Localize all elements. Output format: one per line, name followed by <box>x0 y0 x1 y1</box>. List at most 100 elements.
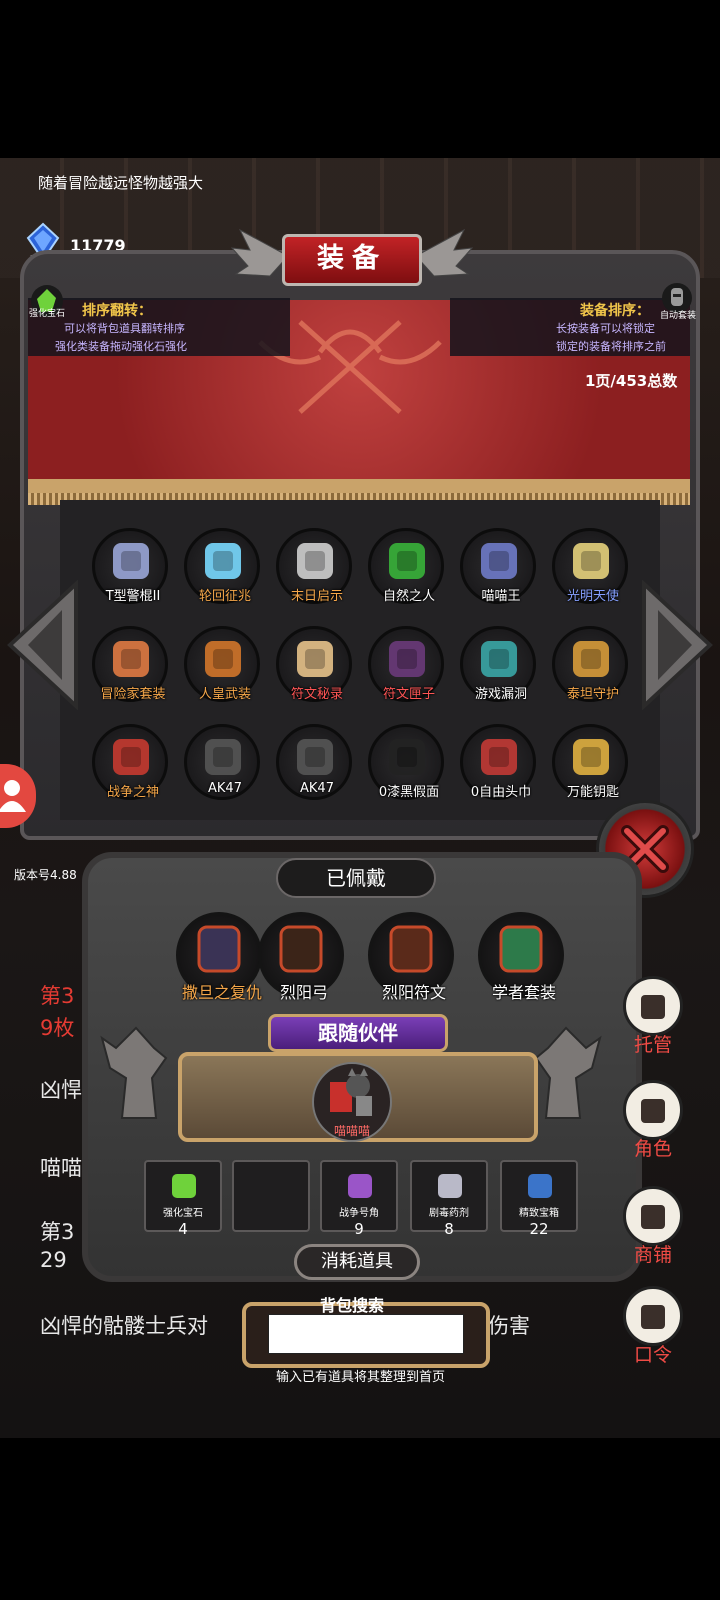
inventory-slot[interactable]: 喵喵王 <box>460 528 536 604</box>
page-count: 1页/453总数 <box>585 372 678 390</box>
log-line: 凶悍 <box>40 1078 82 1102</box>
log-line: 喵喵 <box>40 1156 82 1180</box>
strength-gem-icon <box>172 1174 196 1198</box>
inventory-slot[interactable]: 自然之人 <box>368 528 444 604</box>
demon-wings-icon <box>197 925 241 973</box>
inventory-item-label: T型警棍II <box>105 589 161 604</box>
baton-icon <box>113 543 149 579</box>
sort-flip-desc: 可以将背包道具翻转排序 <box>64 322 185 335</box>
hooded-figure-icon <box>623 1080 683 1140</box>
rune-box-icon <box>389 641 425 677</box>
inventory-slot[interactable]: 泰坦守护 <box>552 626 628 702</box>
side-button-label: 商铺 <box>633 1244 672 1266</box>
equipped-slot[interactable]: 烈阳弓 <box>258 912 344 1002</box>
portal-icon <box>481 641 517 677</box>
green-armor-icon <box>389 543 425 579</box>
equip-sort-desc: 长按装备可以将锁定 <box>556 322 655 335</box>
log-line: 凶悍的骷髅士兵对 <box>40 1314 208 1338</box>
war-god-icon <box>113 739 149 775</box>
search-hint: 输入已有道具将其整理到首页 <box>276 1370 446 1385</box>
inventory-slot[interactable]: 轮回征兆 <box>184 528 260 604</box>
inventory-item-label: 游戏漏洞 <box>474 687 527 702</box>
next-page-arrow-icon[interactable] <box>640 580 714 710</box>
shop-icon <box>623 1186 683 1246</box>
side-button-3[interactable]: 口令 <box>620 1286 686 1367</box>
inventory-slot[interactable]: 符文秘录 <box>276 626 352 702</box>
equip-sort-desc: 锁定的装备将排序之前 <box>556 340 666 353</box>
version-label: 版本号4.88 <box>14 868 77 882</box>
inventory-slot[interactable]: 万能钥匙 <box>552 724 628 800</box>
rune-icon <box>389 925 433 973</box>
inventory-slot[interactable]: 光明天使 <box>552 528 628 604</box>
rifle-icon <box>205 739 241 775</box>
ice-staff-icon <box>205 543 241 579</box>
inventory-slot[interactable]: 游戏漏洞 <box>460 626 536 702</box>
dice-icon <box>623 976 683 1036</box>
inventory-item-label: 冒险家套装 <box>100 687 166 702</box>
equipped-item-label: 学者套装 <box>491 983 556 1002</box>
inventory-slot[interactable]: T型警棍II <box>92 528 168 604</box>
consumable-slot[interactable]: 精致宝箱 22 <box>500 1160 578 1238</box>
inventory-item-label: 战争之神 <box>106 785 159 800</box>
companion-cat-icon <box>330 1068 372 1116</box>
log-line: 第3 <box>40 1220 75 1244</box>
prev-page-arrow-icon[interactable] <box>6 580 80 710</box>
equipped-slot[interactable]: 烈阳符文 <box>368 912 454 1002</box>
panel-title: 装备 <box>282 234 422 286</box>
consumable-slot[interactable]: 剧毒药剂 8 <box>410 1160 488 1238</box>
equipped-item-label: 烈阳符文 <box>381 983 446 1002</box>
horn-icon <box>297 641 333 677</box>
consumable-slot[interactable] <box>232 1160 310 1232</box>
inventory-slot[interactable]: 末日启示 <box>276 528 352 604</box>
mask-icon <box>389 739 425 775</box>
inventory-item-label: 喵喵王 <box>481 589 521 604</box>
dragon-statue-right-icon <box>534 1026 602 1119</box>
equipped-title: 已佩戴 <box>276 858 436 898</box>
side-button-0[interactable]: 托管 <box>620 976 686 1057</box>
log-line: 第3 <box>40 984 75 1008</box>
inventory-slot[interactable]: AK47 <box>184 724 260 800</box>
inventory-slot[interactable]: 冒险家套装 <box>92 626 168 702</box>
angel-icon <box>573 543 609 579</box>
titan-icon <box>573 641 609 677</box>
equip-sort-title[interactable]: 装备排序： <box>580 300 650 320</box>
equipped-slot[interactable]: 学者套装 <box>478 912 564 1002</box>
side-button-label: 托管 <box>633 1034 672 1056</box>
log-line: 29 <box>40 1248 67 1272</box>
poison-icon <box>438 1174 462 1198</box>
inventory-item-label: 末日启示 <box>290 589 343 604</box>
consumable-count: 8 <box>444 1220 454 1238</box>
inventory-item-label: 0自由头巾 <box>470 785 532 800</box>
sort-flip-title[interactable]: 排序翻转： <box>82 300 152 320</box>
consumable-slot[interactable]: 强化宝石 4 <box>144 1160 222 1238</box>
inventory-item-label: AK47 <box>208 781 242 796</box>
search-title: 背包搜索 <box>320 1296 385 1315</box>
consumable-name: 战争号角 <box>339 1208 379 1219</box>
side-button-label: 口令 <box>633 1344 672 1366</box>
inventory-slot[interactable]: 0漆黑假面 <box>368 724 444 800</box>
companion-title: 跟随伙伴 <box>268 1014 448 1052</box>
key-icon <box>573 739 609 775</box>
search-input[interactable] <box>268 1314 464 1354</box>
inventory-item-label: 轮回征兆 <box>198 589 251 604</box>
chest-icon <box>528 1174 552 1198</box>
scroll-icon <box>623 1286 683 1346</box>
side-button-1[interactable]: 角色 <box>620 1080 686 1161</box>
inventory-slot[interactable]: 战争之神 <box>92 724 168 800</box>
consumable-slot[interactable]: 战争号角 9 <box>320 1160 398 1238</box>
top-tip: 随着冒险越远怪物越强大 <box>38 174 204 192</box>
companion-name: 喵喵喵 <box>333 1124 370 1138</box>
dragon-statue-left-icon <box>100 1026 168 1119</box>
inventory-item-label: 自然之人 <box>382 589 435 604</box>
side-button-2[interactable]: 商铺 <box>620 1186 686 1267</box>
inventory-slot[interactable]: 0自由头巾 <box>460 724 536 800</box>
inventory-item-label: 万能钥匙 <box>566 785 619 800</box>
consumables-title: 消耗道具 <box>294 1244 420 1280</box>
inventory-slot[interactable]: 人皇武装 <box>184 626 260 702</box>
inventory-item-label: 0漆黑假面 <box>378 785 440 800</box>
inventory-slot[interactable]: AK47 <box>276 724 352 800</box>
inventory-slot[interactable]: 符文匣子 <box>368 626 444 702</box>
equipped-item-label: 烈阳弓 <box>279 983 328 1002</box>
inventory-item-label: 人皇武装 <box>198 687 251 702</box>
auto-equip-label: 自动套装 <box>660 311 697 321</box>
